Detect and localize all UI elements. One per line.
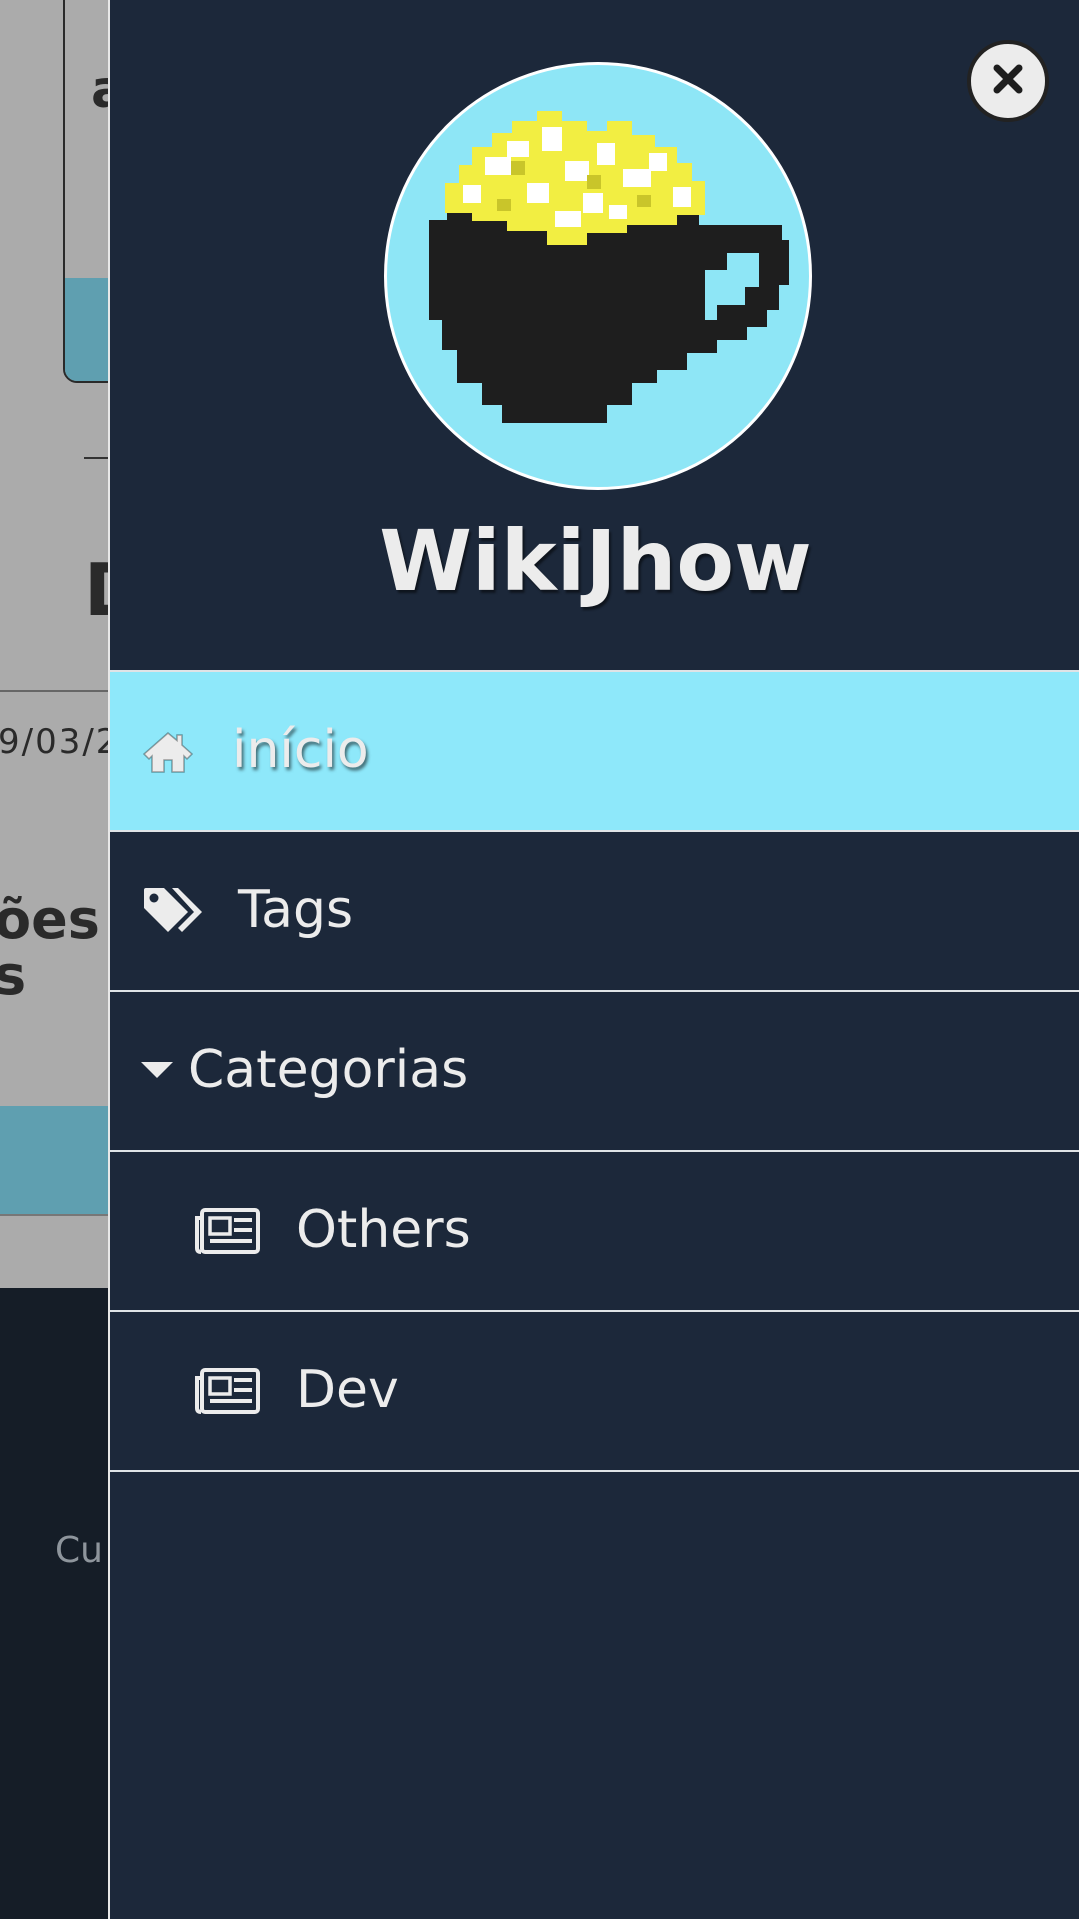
side-drawer: WikiJhow início Tags Categorias Others D…	[108, 0, 1079, 1919]
page: a D 9/03/2 ões s Cu	[0, 0, 1079, 1919]
close-icon	[991, 62, 1025, 100]
menu-item-tags[interactable]: Tags	[110, 830, 1079, 990]
background-divider	[0, 690, 120, 692]
menu-item-categorias[interactable]: Categorias	[110, 990, 1079, 1150]
tags-icon	[142, 886, 204, 936]
caret-down-icon	[140, 1060, 174, 1080]
background-post-title: ões s	[0, 892, 100, 1004]
menu-item-label: Tags	[238, 880, 354, 940]
background-date: 9/03/2	[0, 722, 120, 762]
close-button[interactable]	[967, 40, 1049, 122]
newspaper-icon	[194, 1208, 260, 1254]
menu-item-others[interactable]: Others	[110, 1150, 1079, 1310]
menu-item-inicio[interactable]: início	[110, 670, 1079, 830]
background-title-line: ões	[0, 888, 100, 951]
avatar	[384, 62, 812, 490]
menu-item-dev[interactable]: Dev	[110, 1310, 1079, 1472]
coffee-cup-popcorn-avatar	[429, 111, 789, 423]
menu-item-label: Dev	[296, 1360, 399, 1420]
drawer-menu: início Tags Categorias Others Dev	[110, 670, 1079, 1472]
background-footer-text: Cu	[55, 1530, 103, 1571]
site-name: WikiJhow	[379, 512, 812, 610]
newspaper-icon	[194, 1368, 260, 1414]
background-title-line: s	[0, 944, 27, 1007]
menu-item-label: início	[232, 720, 369, 780]
menu-item-label: Categorias	[188, 1040, 469, 1100]
menu-item-label: Others	[296, 1200, 471, 1260]
background-footer	[0, 1288, 120, 1919]
background-band	[0, 1106, 120, 1216]
home-icon	[142, 730, 194, 774]
